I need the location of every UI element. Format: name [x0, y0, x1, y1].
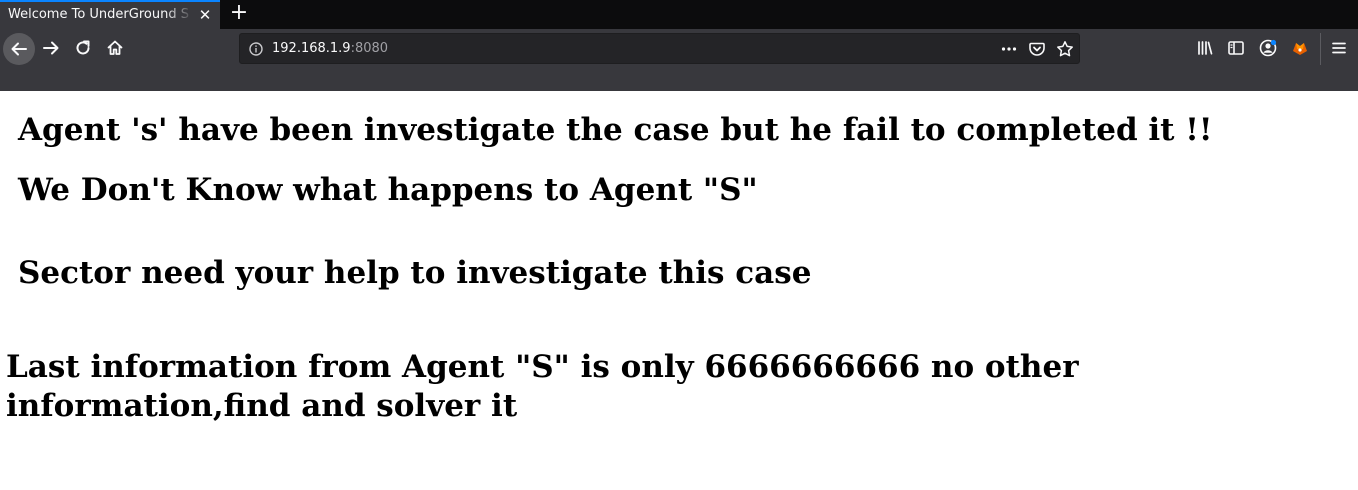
more-icon[interactable]: [1000, 40, 1018, 58]
url-port: :8080: [350, 41, 389, 56]
tab-title: Welcome To UnderGround S: [8, 7, 189, 22]
extension-icon: [1293, 43, 1307, 55]
menu-button[interactable]: [1324, 33, 1354, 63]
sidebar-icon: [1228, 41, 1244, 55]
forward-button[interactable]: [36, 33, 66, 63]
browser-chrome: Welcome To UnderGround S ✕ + 192.168.1.9…: [0, 0, 1358, 91]
heading-agent-unknown: We Don't Know what happens to Agent "S": [18, 172, 758, 208]
heading-help-request: Sector need your help to investigate thi…: [18, 255, 812, 291]
url-host: 192.168.1.9: [272, 41, 351, 56]
home-button[interactable]: [100, 33, 130, 63]
reload-button[interactable]: [68, 33, 98, 63]
library-button[interactable]: [1190, 33, 1220, 63]
page-content: Agent 's' have been investigate the case…: [0, 91, 1358, 490]
arrow-right-icon: [43, 41, 59, 55]
account-icon: [1259, 39, 1277, 57]
menu-icon: [1332, 42, 1346, 54]
pocket-icon[interactable]: [1028, 40, 1046, 58]
new-tab-button[interactable]: +: [228, 1, 250, 25]
heading-case-status: Agent 's' have been investigate the case…: [18, 112, 1213, 148]
arrow-left-icon: [11, 42, 27, 56]
sidebar-button[interactable]: [1221, 33, 1251, 63]
last-information-message: Last information from Agent "S" is only …: [6, 349, 1079, 424]
toolbar-separator: [1320, 33, 1321, 65]
bookmark-star-icon[interactable]: [1056, 40, 1074, 58]
tab-strip: Welcome To UnderGround S ✕ +: [0, 0, 1358, 29]
address-bar[interactable]: 192.168.1.9:8080: [239, 33, 1080, 64]
reload-icon: [76, 40, 90, 55]
url-text[interactable]: 192.168.1.9:8080: [272, 41, 388, 56]
navigation-toolbar: 192.168.1.9:8080: [0, 29, 1358, 71]
extension-button[interactable]: [1285, 33, 1315, 63]
library-icon: [1198, 41, 1213, 55]
close-icon[interactable]: ✕: [198, 7, 212, 23]
account-button[interactable]: [1253, 33, 1283, 63]
tab-active[interactable]: Welcome To UnderGround S ✕: [0, 0, 220, 29]
info-icon[interactable]: [248, 41, 264, 57]
back-button[interactable]: [3, 33, 35, 65]
home-icon: [107, 40, 123, 55]
